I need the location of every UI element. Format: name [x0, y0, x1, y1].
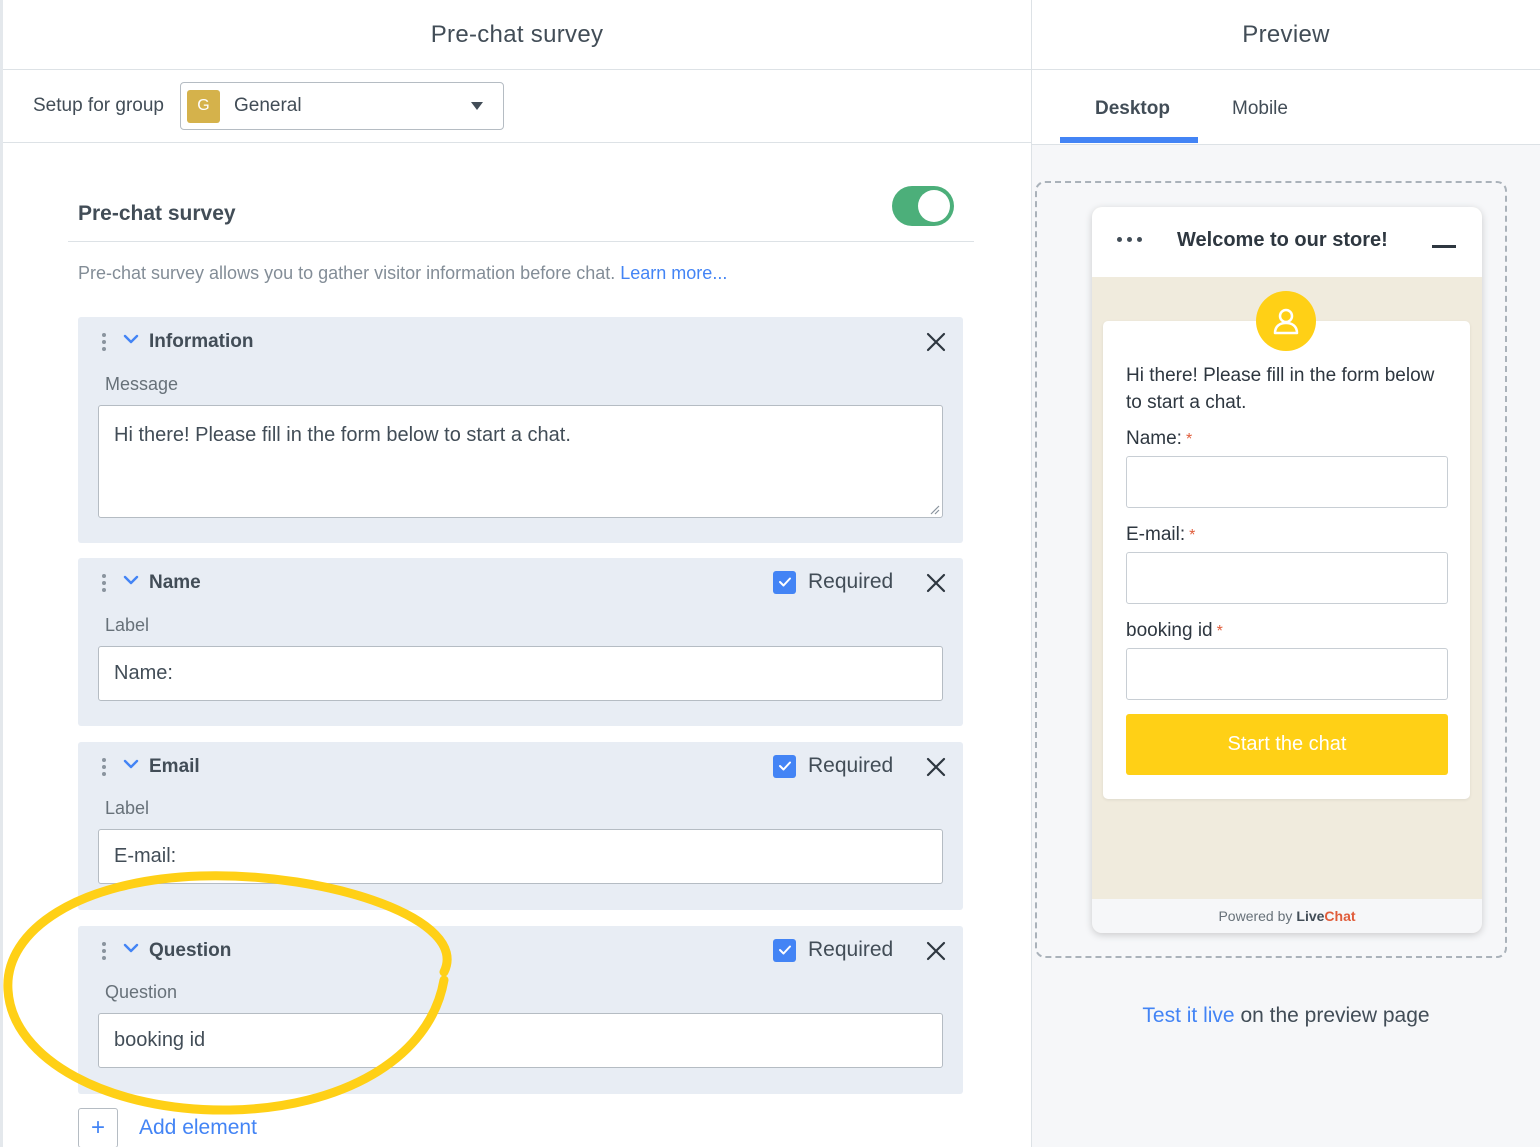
description-text: Pre-chat survey allows you to gather vis…	[78, 263, 616, 283]
setup-group-label: Setup for group	[33, 95, 164, 116]
panel-title: Pre-chat survey	[3, 0, 1031, 70]
brand-chat: Chat	[1324, 908, 1356, 924]
name-label-value: Name:	[114, 662, 173, 684]
drag-handle-icon[interactable]	[101, 942, 107, 962]
required-label: Required	[808, 754, 894, 777]
survey-settings-panel: Pre-chat survey Setup for group G Genera…	[0, 0, 1032, 1147]
card-title: Question	[149, 940, 232, 961]
tab-desktop[interactable]: Desktop	[1095, 98, 1170, 120]
required-checkbox[interactable]: Required	[773, 754, 893, 778]
field-label: Label	[105, 615, 150, 635]
card-header: Question Required	[78, 926, 963, 976]
group-select[interactable]: G General	[179, 82, 504, 130]
form-label-email: E-mail: *	[1126, 524, 1196, 545]
drag-handle-icon[interactable]	[101, 758, 107, 778]
required-asterisk: *	[1189, 527, 1196, 544]
user-avatar-icon	[1256, 291, 1316, 351]
brand-live: Live	[1296, 908, 1325, 924]
required-label: Required	[808, 938, 894, 961]
message-textarea[interactable]: Hi there! Please fill in the form below …	[98, 405, 943, 518]
widget-header: Welcome to our store!	[1092, 207, 1482, 277]
preview-tabs: Desktop Mobile	[1032, 70, 1540, 145]
email-label-value: E-mail:	[114, 845, 177, 867]
name-label-input[interactable]: Name:	[98, 646, 943, 701]
card-title: Name	[149, 572, 201, 593]
test-live-row: Test it live on the preview page	[1032, 1004, 1540, 1028]
group-badge: G	[186, 89, 220, 123]
email-label-input[interactable]: E-mail:	[98, 829, 943, 884]
card-title: Email	[149, 756, 200, 777]
section-title: Pre-chat survey	[78, 202, 236, 225]
survey-card-email: Email Required Label E-mail:	[78, 742, 963, 910]
group-name: General	[233, 95, 302, 116]
powered-by-text: Powered by	[1218, 908, 1293, 924]
chevron-down-icon[interactable]	[123, 940, 139, 956]
tab-mobile[interactable]: Mobile	[1232, 98, 1288, 120]
survey-toggle[interactable]	[892, 186, 954, 226]
card-header: Information	[78, 317, 963, 367]
checkbox-checked-icon	[773, 570, 796, 594]
preview-panel: Preview Desktop Mobile Welcome to our st…	[1032, 0, 1540, 1147]
more-dots-icon[interactable]	[1117, 237, 1142, 242]
caret-down-icon	[470, 102, 483, 110]
survey-card-question: Question Required Question booking id	[78, 926, 963, 1094]
add-element-label: Add element	[139, 1116, 257, 1139]
test-live-link[interactable]: Test it live	[1142, 1004, 1234, 1027]
survey-card-name: Name Required Label Name:	[78, 558, 963, 726]
preview-title: Preview	[1032, 0, 1540, 70]
required-asterisk: *	[1185, 431, 1193, 448]
powered-by-footer: Powered by Live Chat	[1092, 899, 1482, 933]
card-title: Information	[149, 331, 254, 352]
start-chat-button[interactable]: Start the chat	[1126, 714, 1448, 775]
message-value: Hi there! Please fill in the form below …	[114, 424, 571, 446]
checkbox-checked-icon	[773, 938, 796, 962]
checkbox-checked-icon	[773, 754, 796, 778]
field-label: Message	[105, 374, 179, 394]
chevron-down-icon[interactable]	[123, 572, 139, 588]
close-icon[interactable]	[924, 939, 948, 963]
form-intro: Hi there! Please fill in the form below …	[1126, 365, 1435, 413]
resize-handle-icon[interactable]	[928, 503, 940, 515]
form-label-name: Name: *	[1126, 428, 1193, 449]
chevron-down-icon[interactable]	[123, 756, 139, 772]
question-value: booking id	[114, 1029, 206, 1051]
chevron-down-icon[interactable]	[123, 331, 139, 347]
required-checkbox[interactable]: Required	[773, 570, 893, 594]
prechat-form: Hi there! Please fill in the form below …	[1103, 321, 1470, 799]
group-setup-row: Setup for group G General	[3, 70, 1031, 143]
survey-card-information: Information Message Hi there! Please fil…	[78, 317, 963, 543]
widget-title: Welcome to our store!	[1177, 229, 1388, 251]
learn-more-link[interactable]: Learn more...	[620, 263, 727, 283]
question-input[interactable]: booking id	[98, 1013, 943, 1068]
drag-handle-icon[interactable]	[101, 574, 107, 594]
chat-widget-preview: Welcome to our store! Hi there! Please f…	[1092, 207, 1482, 933]
required-label: Required	[808, 570, 894, 593]
form-input-booking-id[interactable]	[1126, 648, 1448, 700]
form-input-email[interactable]	[1126, 552, 1448, 604]
active-tab-indicator	[1060, 137, 1198, 143]
required-asterisk: *	[1216, 623, 1223, 640]
survey-toggle-row: Pre-chat survey	[68, 180, 974, 242]
card-header: Name Required	[78, 558, 963, 608]
test-live-text: on the preview page	[1234, 1004, 1430, 1027]
field-label: Question	[105, 982, 178, 1002]
card-header: Email Required	[78, 742, 963, 792]
field-label: Label	[105, 798, 150, 818]
close-icon[interactable]	[924, 755, 948, 779]
form-input-name[interactable]	[1126, 456, 1448, 508]
toggle-knob	[918, 190, 950, 222]
survey-description: Pre-chat survey allows you to gather vis…	[78, 263, 727, 284]
plus-icon: +	[78, 1108, 118, 1147]
required-checkbox[interactable]: Required	[773, 938, 893, 962]
close-icon[interactable]	[924, 571, 948, 595]
form-label-booking-id: booking id *	[1126, 620, 1223, 641]
close-icon[interactable]	[924, 330, 948, 354]
add-element-button[interactable]: + Add element	[78, 1108, 257, 1147]
drag-handle-icon[interactable]	[101, 333, 107, 353]
minimize-icon[interactable]	[1432, 245, 1456, 248]
